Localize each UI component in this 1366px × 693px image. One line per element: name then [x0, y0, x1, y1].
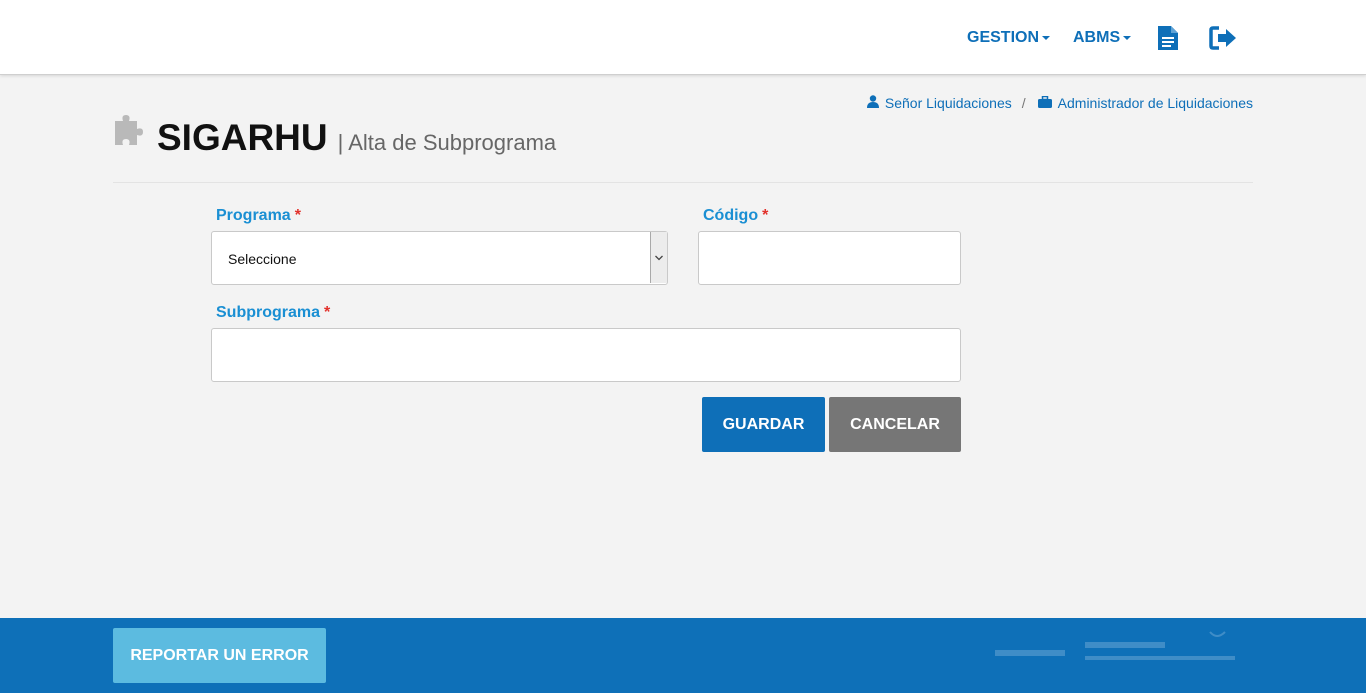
required-mark: * [324, 304, 331, 321]
breadcrumb: Señor Liquidaciones / Administrador de L… [866, 94, 1253, 112]
nav-abms-dropdown[interactable]: ABMS [1073, 28, 1132, 48]
programa-label-text: Programa [216, 207, 291, 224]
required-mark: * [294, 207, 301, 224]
caret-down-icon [1123, 35, 1132, 40]
page-subtitle: | Alta de Subprograma [337, 130, 557, 155]
cancel-button[interactable]: CANCELAR [829, 397, 961, 452]
save-button[interactable]: GUARDAR [702, 397, 825, 452]
user-icon [866, 95, 879, 111]
page-header: SIGARHU | Alta de Subprograma [113, 114, 556, 158]
breadcrumb-separator: / [1021, 95, 1026, 111]
subprograma-input[interactable] [211, 328, 961, 382]
required-mark: * [762, 207, 769, 224]
codigo-label: Código * [703, 207, 768, 225]
chevron-down-icon [650, 232, 667, 283]
programa-select[interactable]: Seleccione [211, 231, 668, 285]
nav-gestion-dropdown[interactable]: GESTION [967, 28, 1051, 48]
nav-gestion-label: GESTION [967, 29, 1040, 46]
subprograma-label-text: Subprograma [216, 304, 321, 321]
document-icon[interactable] [1157, 25, 1179, 56]
breadcrumb-role-label: Administrador de Liquidaciones [1057, 95, 1253, 111]
programa-select-value: Seleccione [228, 251, 297, 267]
footer-logo-watermark [995, 631, 1235, 660]
app-title: SIGARHU [157, 117, 328, 158]
nav-abms-label: ABMS [1073, 29, 1121, 46]
breadcrumb-user-label: Señor Liquidaciones [884, 95, 1012, 111]
programa-label: Programa * [216, 207, 301, 225]
codigo-input[interactable] [698, 231, 961, 285]
sign-out-icon[interactable] [1208, 25, 1238, 56]
header-divider [113, 182, 1253, 183]
codigo-label-text: Código [703, 207, 759, 224]
caret-down-icon [1042, 35, 1051, 40]
breadcrumb-user[interactable]: Señor Liquidaciones [866, 95, 1012, 111]
footer: REPORTAR UN ERROR [0, 618, 1366, 693]
subprograma-label: Subprograma * [216, 304, 330, 322]
report-error-button[interactable]: REPORTAR UN ERROR [113, 628, 326, 683]
briefcase-icon [1037, 95, 1052, 111]
breadcrumb-role[interactable]: Administrador de Liquidaciones [1037, 95, 1253, 111]
top-navbar: GESTION ABMS [0, 0, 1366, 75]
puzzle-icon [113, 111, 149, 152]
